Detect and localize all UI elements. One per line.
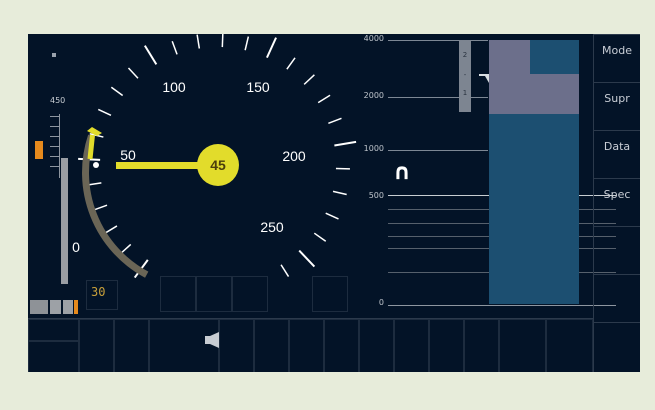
restriction-notch bbox=[530, 40, 579, 74]
sidebar-slot-6[interactable] bbox=[593, 274, 640, 322]
ceiling-marker bbox=[87, 127, 102, 136]
dial-tick bbox=[143, 45, 158, 65]
dial-label-250: 250 bbox=[260, 219, 284, 235]
dial-tick bbox=[298, 249, 316, 268]
info-cell-2 bbox=[196, 276, 232, 312]
planning-area: 4000 2000 1000 500 0 2 - 1 ∩ bbox=[358, 34, 616, 316]
dial-tick bbox=[87, 182, 102, 186]
dial-tick bbox=[93, 204, 108, 211]
mode-button[interactable]: Mode bbox=[593, 34, 640, 82]
dial-tick bbox=[332, 190, 347, 196]
info-cell-4 bbox=[312, 276, 348, 312]
distance-label-2000: 2000 bbox=[363, 91, 384, 100]
dial-tick bbox=[104, 225, 118, 234]
dial-tick bbox=[313, 232, 327, 242]
dial-label-100: 100 bbox=[162, 79, 186, 95]
dial-tick bbox=[221, 34, 224, 48]
dial-tick bbox=[280, 264, 290, 277]
spec-button[interactable]: Spec bbox=[593, 178, 640, 226]
dial-tick bbox=[317, 94, 331, 104]
dial-tick bbox=[286, 57, 296, 70]
supr-button[interactable]: Supr bbox=[593, 82, 640, 130]
distance-label-0: 0 bbox=[378, 298, 384, 307]
dmi-screen: 450 30 0 50 100 150 200 250 45 4000 2000… bbox=[28, 34, 640, 372]
dial-label-150: 150 bbox=[246, 79, 270, 95]
dial-tick bbox=[127, 67, 139, 79]
dial-tick bbox=[97, 108, 112, 116]
dial-tick bbox=[244, 36, 250, 51]
dial-tick bbox=[334, 140, 357, 147]
dial-tick bbox=[325, 212, 339, 220]
info-cell-3 bbox=[232, 276, 268, 312]
gradient-bar: 2 - 1 bbox=[459, 40, 471, 112]
speaker-icon bbox=[205, 332, 219, 348]
dial-label-0: 0 bbox=[72, 239, 80, 255]
data-button[interactable]: Data bbox=[593, 130, 640, 178]
info-cell-1 bbox=[160, 276, 196, 312]
dial-label-200: 200 bbox=[282, 148, 306, 164]
distance-label-500: 500 bbox=[368, 191, 384, 200]
current-speed: 45 bbox=[210, 157, 226, 173]
dial-label-50: 50 bbox=[120, 147, 136, 163]
distance-label-4000: 4000 bbox=[363, 34, 384, 43]
dial-tick bbox=[171, 40, 178, 55]
dial-tick bbox=[196, 34, 201, 49]
sidebar-slot-5[interactable] bbox=[593, 226, 640, 274]
sidebar-slot-7[interactable] bbox=[593, 322, 640, 372]
distance-label-1000: 1000 bbox=[363, 144, 384, 153]
dial-tick bbox=[328, 117, 342, 124]
dial-tick bbox=[110, 86, 124, 97]
dial-tick bbox=[303, 74, 315, 85]
tunnel-icon: ∩ bbox=[393, 160, 411, 185]
release-dot bbox=[93, 162, 99, 168]
dial-tick bbox=[266, 37, 277, 59]
message-area bbox=[28, 318, 593, 372]
permitted-speed-arc bbox=[82, 134, 149, 278]
